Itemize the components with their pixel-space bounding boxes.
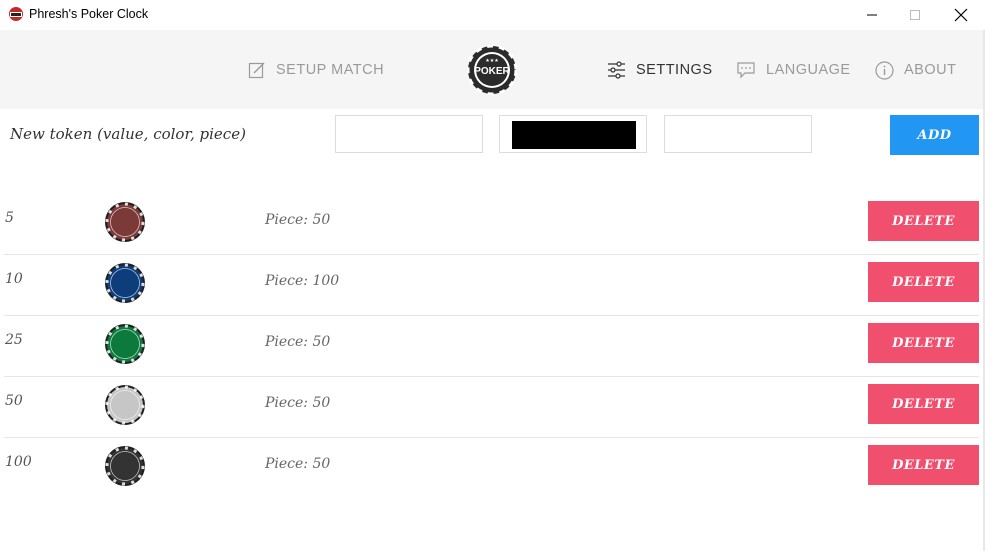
delete-token-button[interactable]: DELETE (868, 323, 979, 363)
token-value: 5 (5, 210, 14, 226)
add-token-button[interactable]: ADD (890, 115, 979, 155)
token-value: 10 (5, 271, 23, 287)
nav-about[interactable]: ABOUT (875, 57, 956, 83)
delete-token-button[interactable]: DELETE (868, 445, 979, 485)
poker-chip-icon (105, 446, 145, 486)
svg-text:★★★: ★★★ (485, 58, 499, 64)
token-value-field[interactable] (335, 115, 483, 153)
token-color-field[interactable] (499, 115, 647, 153)
nav-label: ABOUT (904, 62, 957, 78)
title-bar: Phresh's Poker Clock (0, 0, 985, 30)
window-title: Phresh's Poker Clock (29, 7, 149, 21)
close-button[interactable] (938, 0, 984, 30)
new-token-label: New token (value, color, piece) (10, 125, 246, 143)
token-piece: Piece: 50 (265, 395, 331, 411)
color-picker-swatch[interactable] (512, 121, 636, 149)
nav-label: SETTINGS (636, 62, 713, 78)
token-row: 10 Piece: 100 DELETE (4, 255, 979, 316)
token-value: 100 (5, 454, 32, 470)
minimize-button[interactable] (849, 0, 895, 30)
nav-language[interactable]: LANGUAGE (736, 57, 851, 83)
nav-settings[interactable]: SETTINGS (607, 57, 713, 83)
minimize-icon (867, 14, 877, 16)
chat-icon (737, 62, 755, 79)
delete-token-button[interactable]: DELETE (868, 262, 979, 302)
poker-chip-icon (105, 202, 145, 242)
maximize-icon (910, 10, 920, 20)
token-piece-input[interactable] (665, 116, 811, 152)
token-value: 50 (5, 393, 23, 409)
token-row: 50 Piece: 50 DELETE (4, 377, 979, 438)
poker-chip-icon (105, 385, 145, 425)
nav-label: LANGUAGE (766, 62, 851, 78)
nav-setup-match[interactable]: SETUP MATCH (248, 57, 384, 83)
maximize-button[interactable] (892, 0, 938, 30)
logo-text: POKER (474, 66, 510, 77)
app-icon (9, 7, 23, 21)
token-row: 25 Piece: 50 DELETE (4, 316, 979, 377)
info-icon (875, 60, 894, 80)
delete-token-button[interactable]: DELETE (868, 201, 979, 241)
token-piece: Piece: 100 (265, 273, 340, 289)
delete-token-button[interactable]: DELETE (868, 384, 979, 424)
token-value-input[interactable] (336, 116, 482, 152)
token-value: 25 (5, 332, 23, 348)
nav-label: SETUP MATCH (276, 62, 385, 78)
token-piece-field[interactable] (664, 115, 812, 153)
poker-logo: POKER ★★★ (467, 45, 517, 95)
token-piece: Piece: 50 (265, 456, 331, 472)
edit-icon (248, 62, 265, 79)
poker-chip-icon (105, 324, 145, 364)
token-piece: Piece: 50 (265, 212, 331, 228)
token-row: 5 Piece: 50 DELETE (4, 194, 979, 255)
token-row: 100 Piece: 50 DELETE (4, 438, 979, 499)
sliders-icon (608, 61, 625, 79)
poker-chip-icon (105, 263, 145, 303)
close-icon (954, 8, 968, 22)
top-nav: SETUP MATCH POKER ★★★ SETTINGS LANGUAGE (0, 30, 983, 109)
token-piece: Piece: 50 (265, 334, 331, 350)
